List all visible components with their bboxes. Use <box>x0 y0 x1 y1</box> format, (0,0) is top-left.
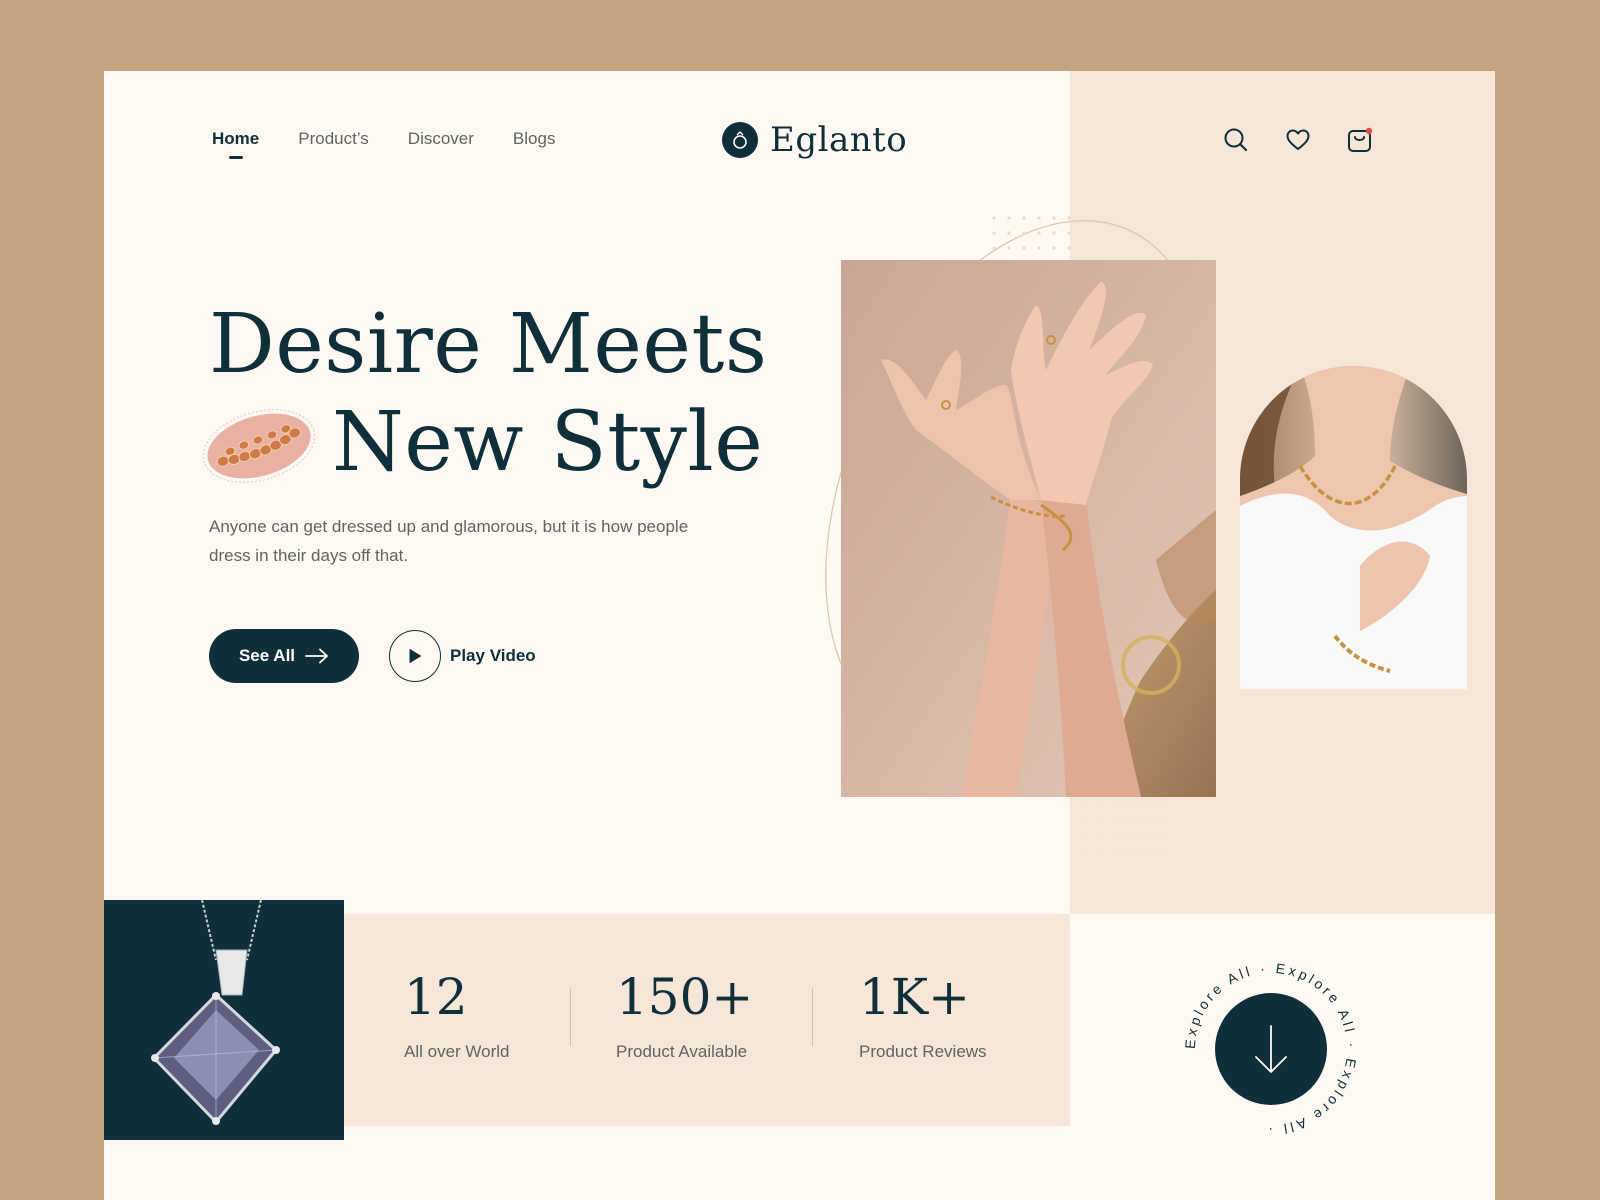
active-indicator <box>228 156 243 159</box>
headline-line-2: New Style <box>332 395 764 490</box>
stats-section: 12 All over World 150+ Product Available… <box>344 914 1070 1126</box>
stat-label: All over World <box>404 1042 510 1061</box>
nav-item-home[interactable]: Home <box>212 129 259 159</box>
play-video-label: Play Video <box>450 646 536 665</box>
nav-item-label: Product’s <box>298 129 369 148</box>
brand-logo[interactable]: Eglanto <box>722 120 907 160</box>
nav-item-label: Blogs <box>512 129 556 148</box>
stat-products: 150+ Product Available <box>616 969 753 1062</box>
nav-item-products[interactable]: Product’s <box>298 129 369 159</box>
nav-item-discover[interactable]: Discover <box>408 129 474 159</box>
stat-reviews: 1K+ Product Reviews <box>859 969 987 1062</box>
stat-countries: 12 All over World <box>404 969 510 1062</box>
headline-line-1: Desire Meets <box>209 297 768 392</box>
stat-divider <box>570 988 571 1046</box>
search-icon[interactable] <box>1222 126 1250 154</box>
stat-value: 12 <box>404 968 468 1026</box>
brand-name: Eglanto <box>770 120 908 160</box>
nav-item-label: Home <box>212 129 260 148</box>
shopping-bag-icon[interactable] <box>1346 126 1374 154</box>
pendant-product-image <box>104 900 344 1140</box>
hero-photo-hands <box>841 260 1216 797</box>
play-icon <box>389 630 441 682</box>
see-all-button[interactable]: See All <box>209 629 359 683</box>
main-nav: Home Product’s Discover Blogs <box>212 129 555 159</box>
play-video-button[interactable]: Play Video <box>389 630 536 682</box>
hero-description: Anyone can get dressed up and glamorous,… <box>209 517 689 565</box>
explore-all-button[interactable]: Explore All · Explore All · Explore All … <box>1176 954 1366 1144</box>
model-photo-necklace <box>1240 366 1467 689</box>
arrow-right-icon <box>305 648 328 664</box>
nav-item-label: Discover <box>407 129 474 148</box>
stat-value: 150+ <box>616 968 754 1026</box>
heart-icon[interactable] <box>1284 126 1312 154</box>
stat-label: Product Available <box>616 1042 748 1061</box>
stat-value: 1K+ <box>859 968 971 1026</box>
hero-headline: Desire Meets New Style <box>209 296 767 492</box>
landing-page: Home Product’s Discover Blogs Eglanto De… <box>104 71 1495 1200</box>
stat-label: Product Reviews <box>859 1042 987 1061</box>
ring-logo-icon <box>722 122 758 158</box>
stat-divider <box>812 988 813 1046</box>
header-actions <box>1222 126 1374 154</box>
nav-item-blogs[interactable]: Blogs <box>513 129 556 159</box>
see-all-label: See All <box>238 646 296 665</box>
